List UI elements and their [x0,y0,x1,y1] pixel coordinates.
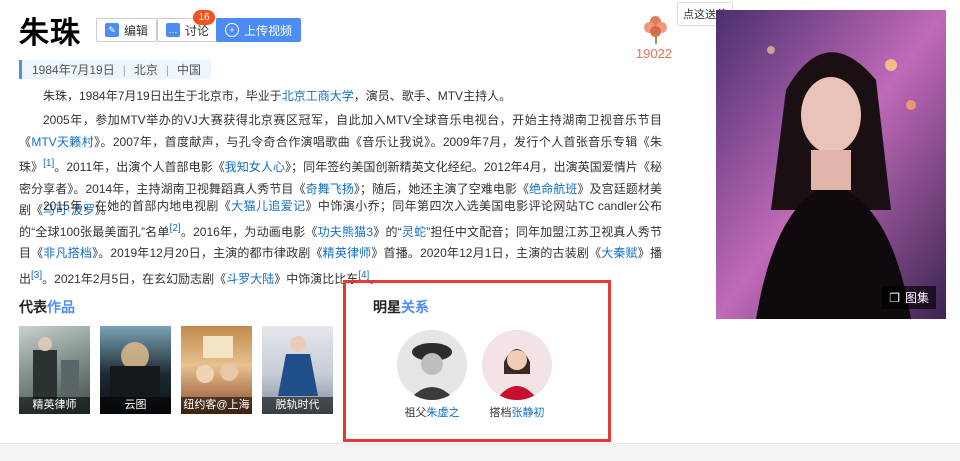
link-movie-3[interactable]: 功夫熊猫3 [318,225,373,239]
send-flower-button[interactable]: 19022 [636,16,676,61]
flower-icon [644,16,668,44]
relation-card[interactable]: 祖父朱虚之 [397,330,467,420]
work-card[interactable]: 纽约客@上海 [181,326,252,414]
work-label: 脱轨时代 [262,397,333,414]
flower-count: 19022 [635,46,673,61]
works-section-title: 代表作品 [19,299,75,315]
citation-4[interactable]: [4] [358,270,369,281]
work-card[interactable]: 精英律师 [19,326,90,414]
intro-paragraph: 朱珠，1984年7月19日出生于北京市，毕业于北京工商大学，演员、歌手、MTV主… [43,89,512,103]
work-label: 云图 [100,397,171,414]
link-tv-1[interactable]: 大猫儿追爱记 [231,199,305,213]
country: 中国 [176,63,201,77]
career-paragraph-2: 2015年，在她的首部内地电视剧《大猫儿追爱记》中饰演小乔；同年第四次入选美国电… [19,199,662,286]
citation-2[interactable]: [2] [170,223,181,234]
link-show-1[interactable]: 奇舞飞扬 [306,182,354,196]
pencil-icon: ✎ [105,23,119,37]
relations-section-title: 明星关系 [373,299,429,315]
link-role-1[interactable]: 灵蛇 [402,225,427,239]
profile-image [716,10,946,319]
citation-1[interactable]: [1] [43,158,54,169]
chat-icon: … [166,23,180,37]
relation-type: 搭档 [489,407,512,419]
upload-label: 上传视频 [244,23,293,38]
relation-name[interactable]: 张静初 [512,407,545,419]
profile-photo[interactable]: ❐ 图集 [716,10,946,319]
link-movie-1[interactable]: 我知女人心 [225,160,285,174]
birth-city: 北京 [133,63,158,77]
avatar [397,330,467,400]
page-divider [0,443,960,461]
album-button[interactable]: ❐ 图集 [882,286,936,309]
link-tv-3[interactable]: 大秦赋 [601,246,638,260]
link-mtv[interactable]: MTV天籁村 [31,135,94,149]
link-tv-2[interactable]: 精英律师 [323,246,372,260]
relation-name[interactable]: 朱虚之 [427,407,460,419]
basic-info-bar: 1984年7月19日 | 北京 | 中国 [19,60,211,79]
citation-3[interactable]: [3] [31,270,42,281]
work-card[interactable]: 云图 [100,326,171,414]
relation-card[interactable]: 搭档张静初 [482,330,552,420]
album-icon: ❐ [889,290,900,305]
discuss-count-badge: 16 [193,10,215,25]
plus-circle-icon: + [225,23,239,37]
link-tv-4[interactable]: 斗罗大陆 [226,272,274,286]
works-list: 精英律师 云图 纽约客@上海 脱轨时代 [19,326,333,414]
work-label: 纽约客@上海 [181,397,252,414]
avatar [482,330,552,400]
work-card[interactable]: 脱轨时代 [262,326,333,414]
birth-date: 1984年7月19日 [32,63,115,77]
page-title: 朱珠 [19,16,81,51]
edit-button[interactable]: ✎ 编辑 [96,18,158,42]
work-label: 精英律师 [19,397,90,414]
edit-label: 编辑 [124,23,149,38]
link-movie-2[interactable]: 绝命航班 [529,182,577,196]
link-university[interactable]: 北京工商大学 [282,89,354,103]
upload-video-button[interactable]: + 上传视频 [216,18,302,42]
link-show-2[interactable]: 非凡搭档 [43,246,92,260]
album-label: 图集 [904,291,929,305]
relation-type: 祖父 [404,407,427,419]
